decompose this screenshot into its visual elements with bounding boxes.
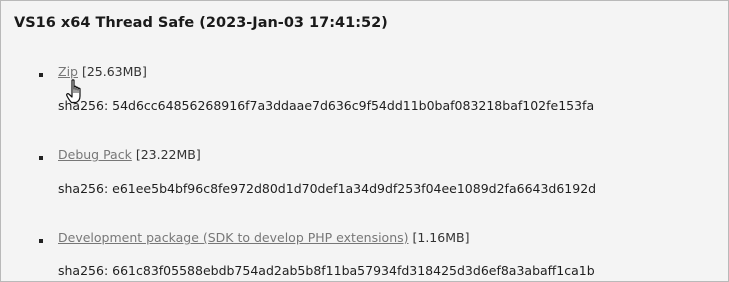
bullet-icon — [39, 156, 43, 160]
zip-download-link[interactable]: Zip — [58, 64, 78, 79]
file-size: [23.22MB] — [135, 147, 201, 162]
debug-pack-download-link[interactable]: Debug Pack — [58, 147, 132, 162]
bullet-icon — [39, 73, 43, 77]
sha256-hash: sha256: e61ee5b4bf96c8fe972d80d1d70def1a… — [58, 181, 597, 196]
download-line: Development package (SDK to develop PHP … — [58, 230, 469, 245]
sha256-hash: sha256: 54d6cc64856268916f7a3ddaae7d636c… — [58, 98, 595, 113]
sha256-hash: sha256: 661c83f05588ebdb754ad2ab5b8f11ba… — [58, 263, 595, 278]
file-size: [25.63MB] — [81, 64, 147, 79]
bullet-icon — [39, 239, 43, 243]
download-line: Debug Pack [23.22MB] — [58, 147, 201, 162]
file-size: [1.16MB] — [412, 230, 470, 245]
download-line: Zip [25.63MB] — [58, 64, 147, 79]
hand-pointer-icon — [66, 79, 81, 104]
dev-package-download-link[interactable]: Development package (SDK to develop PHP … — [58, 230, 409, 245]
section-title: VS16 x64 Thread Safe (2023-Jan-03 17:41:… — [14, 15, 388, 31]
download-panel: VS16 x64 Thread Safe (2023-Jan-03 17:41:… — [0, 0, 729, 282]
